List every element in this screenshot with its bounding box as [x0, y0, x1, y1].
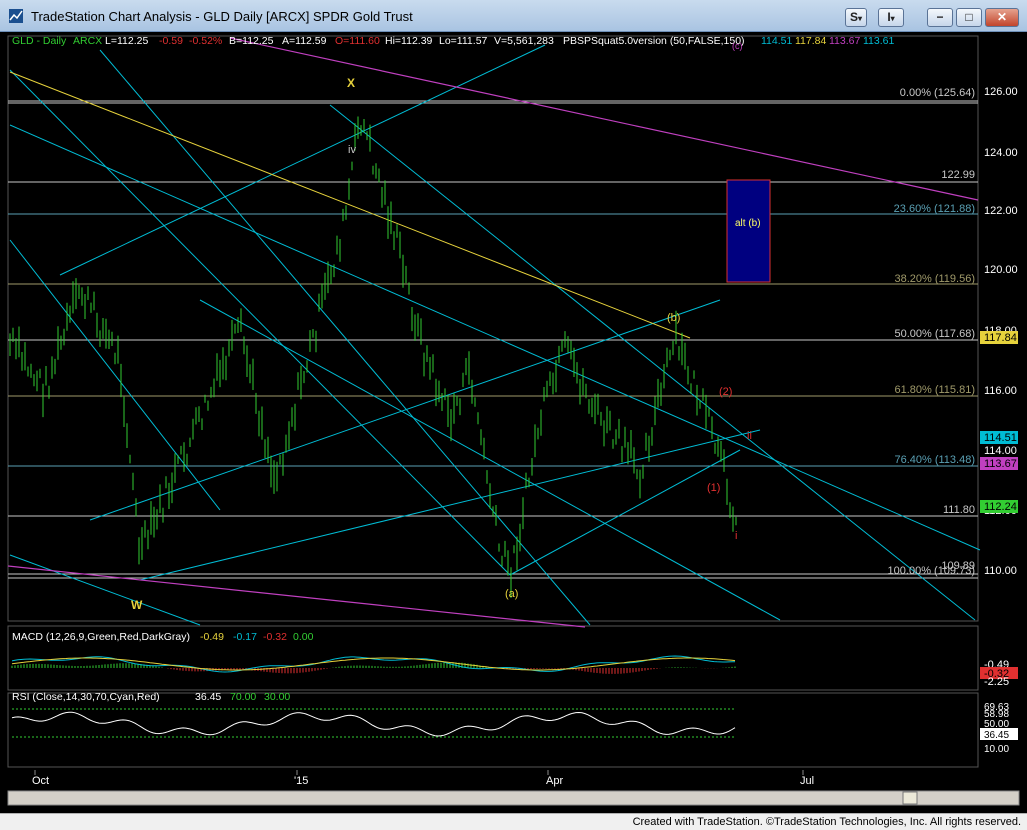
fib-label-76-4: 76.40% (113.48)	[894, 454, 975, 466]
rsi-axis-value: 10.00	[984, 744, 1009, 755]
horizontal-scrollbar[interactable]	[7, 790, 1020, 806]
scrollbar-thumb[interactable]	[902, 791, 918, 805]
price-tick: 110.00	[984, 565, 1017, 577]
yellow-trendline	[9, 71, 691, 339]
fib-level-labels: 0.00% (125.64) 122.99 23.60% (121.88) 38…	[888, 87, 975, 577]
magenta-trendline-lower	[7, 565, 586, 628]
wave-labels: X W iv (a) (b) (2) (1) ii i	[131, 76, 752, 612]
minimize-button[interactable]: −	[927, 8, 953, 27]
trend-channels	[9, 44, 981, 626]
macd-legend: MACD (12,26,9,Green,Red,DarkGray) -0.49 …	[12, 631, 314, 643]
fib-label-50: 50.00% (117.68)	[894, 328, 975, 340]
price-bars	[9, 116, 737, 598]
title-bar: TradeStation Chart Analysis - GLD Daily …	[0, 0, 1027, 32]
wave-label-2: (2)	[719, 386, 732, 398]
wave-label-w: W	[131, 598, 143, 612]
fib-label-100: 100.00% (109.73)	[888, 565, 975, 577]
restore-button[interactable]: □	[956, 8, 982, 27]
time-tick: '15	[294, 775, 308, 787]
rsi-line	[11, 711, 736, 737]
level-label-111-80: 111.80	[943, 504, 975, 516]
price-tick: 126.00	[984, 86, 1018, 98]
close-button[interactable]: ✕	[985, 8, 1019, 27]
price-tick: 122.00	[984, 205, 1018, 217]
rsi-plot	[11, 708, 736, 738]
window-title: TradeStation Chart Analysis - GLD Daily …	[31, 9, 413, 24]
symbol-linking-button[interactable]: S▾	[845, 8, 867, 27]
price-tick: 114.00	[984, 445, 1017, 457]
level-label-122-99: 122.99	[941, 169, 975, 181]
wave-label-b: (b)	[667, 312, 680, 324]
wave-label-a: (a)	[505, 588, 518, 600]
macd-axis: -0.49 -0.32 -2.25	[980, 659, 1018, 688]
tag-112-24: 112.24	[984, 501, 1017, 513]
time-axis: Oct '15 Apr Jul	[32, 770, 814, 787]
tradestation-app-icon	[9, 9, 23, 23]
chart-area[interactable]: alt (b) 0.00% (125.64) 122.99 23.60% (12…	[0, 32, 1027, 813]
macd-axis-value: -2.25	[984, 676, 1009, 688]
indicator-linking-button[interactable]: I▾	[878, 8, 904, 27]
alt-b-label: alt (b)	[735, 218, 761, 229]
rsi-axis-value: 36.45	[984, 730, 1009, 741]
tag-117-84: 117.84	[984, 332, 1017, 344]
footer: Created with TradeStation. ©TradeStation…	[0, 813, 1027, 830]
rsi-legend: RSI (Close,14,30,70,Cyan,Red) 36.45 70.0…	[12, 691, 290, 703]
wave-label-ii: ii	[747, 430, 752, 442]
chart-svg[interactable]: alt (b) 0.00% (125.64) 122.99 23.60% (12…	[0, 32, 1027, 813]
wave-label-iv: iv	[348, 144, 356, 156]
time-tick: Jul	[800, 775, 814, 787]
fib-label-61-8: 61.80% (115.81)	[894, 384, 975, 396]
fib-label-23-6: 23.60% (121.88)	[894, 203, 975, 215]
alt-b-target-box	[726, 179, 771, 283]
wave-label-x: X	[347, 76, 355, 90]
price-tags: 117.84 114.51 113.67 112.24	[980, 331, 1018, 513]
copyright-text: Created with TradeStation. ©TradeStation…	[632, 816, 1021, 828]
tag-114-51: 114.51	[984, 432, 1017, 444]
wave-label-i: i	[735, 530, 737, 542]
wave-label-1: (1)	[707, 482, 720, 494]
macd-plot	[11, 655, 736, 674]
fib-label-0: 0.00% (125.64)	[900, 87, 975, 99]
time-tick: Oct	[32, 775, 49, 787]
tag-113-67: 113.67	[984, 458, 1017, 470]
price-tick: 120.00	[984, 264, 1018, 276]
magenta-trendline-upper	[229, 37, 979, 201]
fib-label-38-2: 38.20% (119.56)	[894, 273, 975, 285]
indicator-label-c: (c)	[732, 41, 743, 51]
price-tick: 116.00	[984, 385, 1017, 397]
time-tick: Apr	[546, 775, 563, 787]
price-tick: 124.00	[984, 147, 1018, 159]
chart-header-legend: GLD - Daily ARCX L=112.25 -0.59 -0.52% B…	[12, 35, 894, 47]
rsi-axis: 69.63 58.98 50.00 36.45 10.00	[980, 702, 1018, 755]
